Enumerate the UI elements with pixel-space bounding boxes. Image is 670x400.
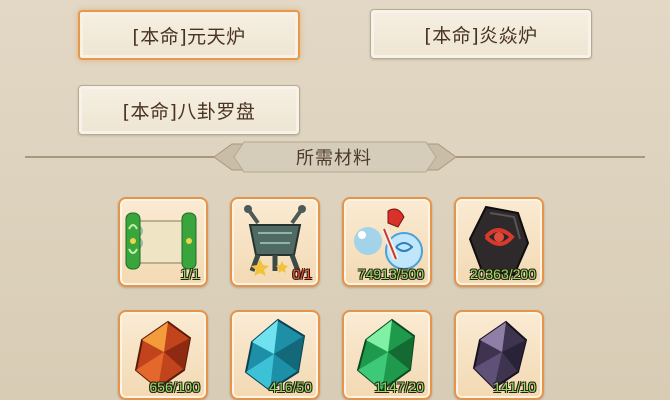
- material-count: 416/50: [269, 379, 312, 395]
- material-count: 0/1: [292, 266, 312, 282]
- recipe-button-yuantian-furnace[interactable]: [本命]元天炉: [78, 10, 300, 60]
- recipe-button-bagua-compass[interactable]: [本命]八卦罗盘: [78, 85, 300, 135]
- material-count: 656/100: [149, 379, 200, 395]
- material-slot[interactable]: 141/10: [454, 310, 544, 400]
- material-slot[interactable]: 0/1: [230, 197, 320, 287]
- recipe-label: [本命]炎焱炉: [424, 24, 538, 47]
- materials-section-title: 所需材料: [296, 148, 372, 169]
- material-slot[interactable]: 74913/500: [342, 197, 432, 287]
- material-count: 1/1: [180, 266, 200, 282]
- recipe-label: [本命]元天炉: [132, 25, 246, 48]
- material-slot[interactable]: 416/50: [230, 310, 320, 400]
- material-count: 141/10: [493, 379, 536, 395]
- material-count: 20363/200: [469, 266, 536, 282]
- recipe-button-yanyan-furnace[interactable]: [本命]炎焱炉: [370, 9, 592, 59]
- material-count: 74913/500: [357, 266, 424, 282]
- material-count: 1147/20: [374, 379, 424, 395]
- recipe-label: [本命]八卦罗盘: [122, 100, 256, 123]
- material-slot[interactable]: 20363/200: [454, 197, 544, 287]
- furnace-forge-panel: [本命]元天炉 [本命]炎焱炉 [本命]八卦罗盘 所需材料 1/1 0/1 74…: [0, 0, 670, 400]
- material-slot[interactable]: 656/100: [118, 310, 208, 400]
- material-slot[interactable]: 1/1: [118, 197, 208, 287]
- material-slot[interactable]: 1147/20: [342, 310, 432, 400]
